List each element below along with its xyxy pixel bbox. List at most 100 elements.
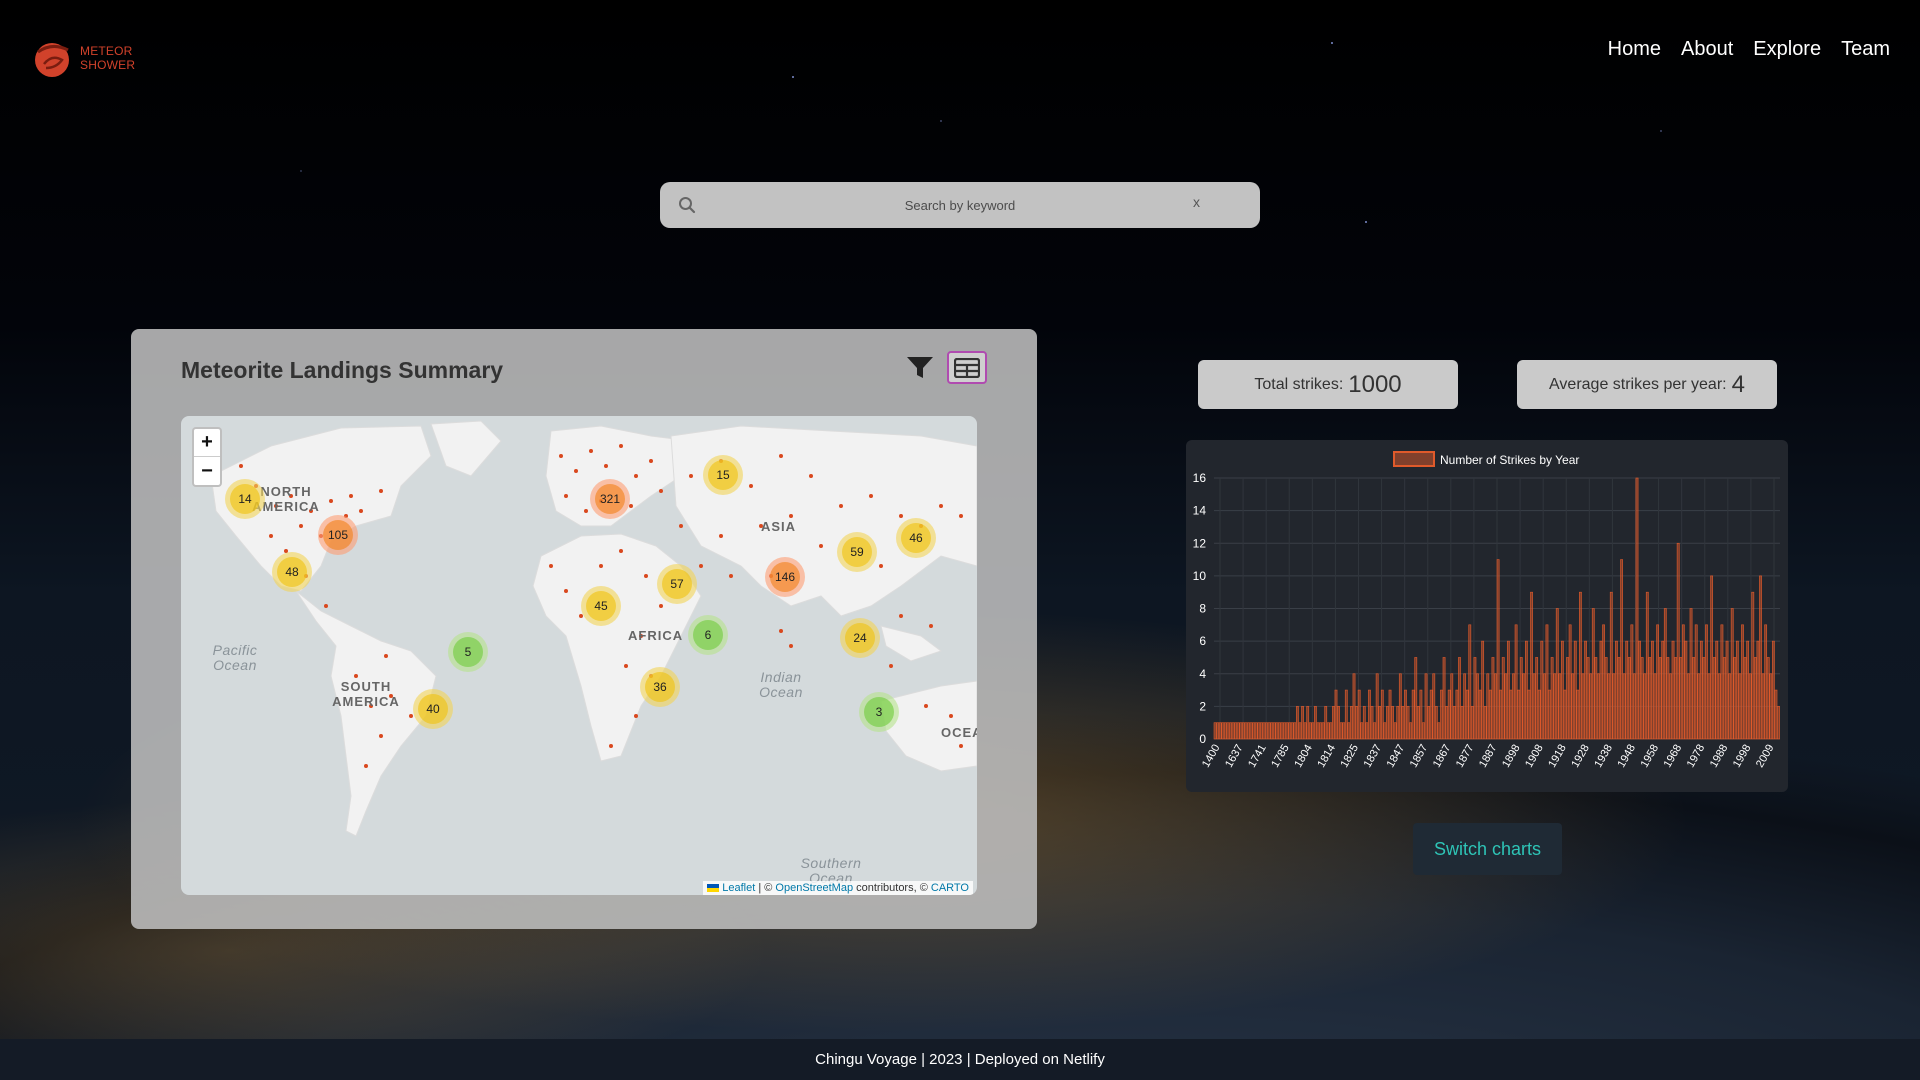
brand-name: METEOR SHOWER bbox=[80, 44, 135, 72]
x-tick-label: 1887 bbox=[1477, 743, 1500, 770]
clear-search-button[interactable]: x bbox=[1193, 194, 1200, 210]
x-tick-label: 1948 bbox=[1615, 743, 1638, 770]
cluster-marker[interactable]: 24 bbox=[840, 618, 880, 658]
carto-link[interactable]: CARTO bbox=[931, 882, 969, 894]
zoom-out-button[interactable]: − bbox=[194, 457, 220, 485]
bar bbox=[1620, 559, 1623, 740]
bar bbox=[1473, 657, 1477, 740]
bar bbox=[1625, 640, 1629, 740]
x-tick-label: 1857 bbox=[1408, 743, 1431, 770]
bar bbox=[1332, 706, 1335, 740]
bar bbox=[1267, 722, 1271, 740]
bar bbox=[1373, 722, 1376, 740]
bar bbox=[1260, 722, 1263, 740]
search-icon bbox=[679, 197, 696, 214]
bar bbox=[1334, 689, 1338, 740]
nav-home[interactable]: Home bbox=[1608, 38, 1661, 61]
bar bbox=[1733, 657, 1737, 740]
cluster-marker[interactable]: 105 bbox=[318, 515, 358, 555]
bar bbox=[1653, 673, 1657, 740]
bar bbox=[1262, 722, 1266, 740]
label-oceania: OCEA bbox=[941, 725, 977, 740]
osm-link[interactable]: OpenStreetMap bbox=[775, 882, 853, 894]
bar bbox=[1509, 689, 1513, 740]
bar bbox=[1730, 608, 1734, 740]
cluster-marker[interactable]: 36 bbox=[640, 667, 680, 707]
cluster-count: 45 bbox=[586, 591, 616, 621]
table-view-button[interactable] bbox=[947, 351, 987, 384]
cluster-count: 105 bbox=[323, 520, 353, 550]
bar bbox=[1447, 689, 1451, 740]
bar bbox=[1676, 542, 1680, 740]
bar bbox=[1522, 673, 1526, 740]
cluster-marker[interactable]: 321 bbox=[590, 479, 630, 519]
bar bbox=[1633, 673, 1636, 740]
bar bbox=[1643, 673, 1647, 740]
bar bbox=[1504, 673, 1508, 740]
bar bbox=[1347, 722, 1351, 740]
bar bbox=[1512, 673, 1515, 740]
cluster-marker[interactable]: 46 bbox=[896, 518, 936, 558]
nav-explore[interactable]: Explore bbox=[1753, 38, 1821, 61]
bar bbox=[1568, 624, 1572, 740]
bar bbox=[1411, 689, 1415, 740]
leaflet-link[interactable]: Leaflet bbox=[722, 882, 755, 894]
search-input[interactable] bbox=[660, 182, 1260, 228]
cluster-count: 48 bbox=[277, 557, 307, 587]
x-tick-label: 1877 bbox=[1454, 743, 1477, 770]
bar bbox=[1247, 722, 1250, 740]
bar bbox=[1368, 689, 1371, 740]
bar bbox=[1344, 689, 1348, 740]
filter-icon[interactable] bbox=[906, 355, 934, 381]
bar bbox=[1301, 706, 1304, 740]
bar bbox=[1571, 673, 1575, 740]
bar bbox=[1751, 591, 1755, 740]
cluster-marker[interactable]: 146 bbox=[765, 557, 805, 597]
bar bbox=[1630, 624, 1634, 740]
x-tick-label: 1837 bbox=[1362, 743, 1385, 770]
cluster-marker[interactable]: 14 bbox=[225, 479, 265, 519]
brand-logo[interactable]: METEOR SHOWER bbox=[30, 38, 135, 78]
cluster-marker[interactable]: 57 bbox=[657, 564, 697, 604]
bar bbox=[1450, 673, 1454, 740]
cluster-marker[interactable]: 3 bbox=[859, 692, 899, 732]
bar bbox=[1741, 624, 1744, 740]
bar bbox=[1769, 673, 1773, 740]
bar bbox=[1458, 657, 1461, 740]
bar bbox=[1576, 689, 1580, 740]
bar bbox=[1223, 722, 1227, 740]
bar bbox=[1239, 722, 1243, 740]
cluster-marker[interactable]: 5 bbox=[448, 632, 488, 672]
x-tick-label: 1928 bbox=[1569, 743, 1592, 770]
bar bbox=[1771, 640, 1775, 740]
bar bbox=[1221, 722, 1225, 740]
cluster-marker[interactable]: 6 bbox=[688, 615, 728, 655]
search-bar: x bbox=[660, 182, 1260, 228]
meteorite-map[interactable]: + − NORTH AMERICA SOUTH AMERICA AFRICA A… bbox=[181, 416, 977, 895]
cluster-marker[interactable]: 59 bbox=[837, 532, 877, 572]
strikes-by-year-chart: Number of Strikes by Year 0 2 4 6 8 10 12 14 16 14… bbox=[1186, 440, 1788, 792]
bar bbox=[1213, 722, 1217, 740]
bar bbox=[1280, 722, 1284, 740]
bar bbox=[1499, 689, 1503, 740]
bar bbox=[1465, 689, 1469, 740]
bar bbox=[1759, 575, 1762, 740]
bar bbox=[1478, 689, 1482, 740]
cluster-marker[interactable]: 40 bbox=[413, 689, 453, 729]
switch-charts-button[interactable]: Switch charts bbox=[1413, 823, 1562, 875]
bar bbox=[1645, 591, 1649, 740]
cluster-marker[interactable]: 45 bbox=[581, 586, 621, 626]
bar bbox=[1488, 689, 1492, 740]
bar bbox=[1553, 673, 1557, 740]
nav-team[interactable]: Team bbox=[1841, 38, 1890, 61]
bar bbox=[1609, 591, 1613, 740]
bar bbox=[1599, 640, 1603, 740]
cluster-marker[interactable]: 15 bbox=[703, 455, 743, 495]
bar bbox=[1216, 722, 1220, 740]
cluster-marker[interactable]: 48 bbox=[272, 552, 312, 592]
zoom-in-button[interactable]: + bbox=[194, 429, 220, 457]
nav-about[interactable]: About bbox=[1681, 38, 1733, 61]
cluster-count: 57 bbox=[662, 569, 692, 599]
cluster-count: 46 bbox=[901, 523, 931, 553]
bar bbox=[1594, 657, 1598, 740]
